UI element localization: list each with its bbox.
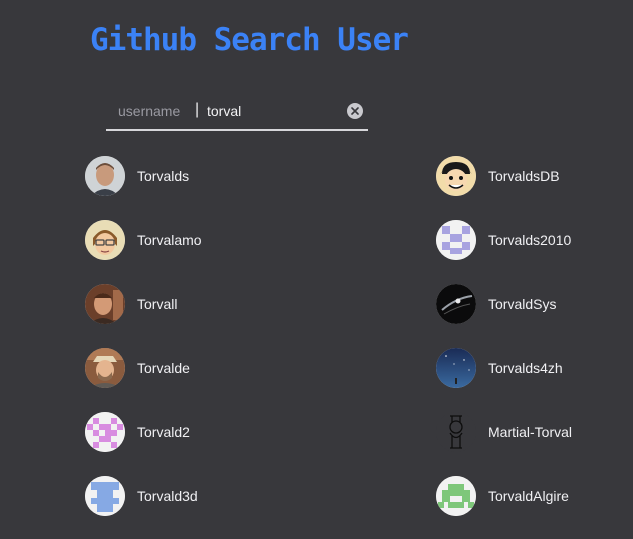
avatar — [85, 284, 125, 324]
user-item[interactable]: Torvald2 — [85, 412, 190, 452]
username-label: Torvald3d — [137, 488, 198, 504]
username-label: Martial-Torval — [488, 424, 573, 440]
username-label: Torvalds4zh — [488, 360, 563, 376]
avatar — [85, 156, 125, 196]
avatar — [85, 476, 125, 516]
user-item[interactable]: Torvalde — [85, 348, 190, 388]
avatar — [436, 476, 476, 516]
user-item[interactable]: Torvald3d — [85, 476, 198, 516]
user-item[interactable]: Torvalds — [85, 156, 189, 196]
username-label: Torvalamo — [137, 232, 202, 248]
avatar — [85, 348, 125, 388]
user-item[interactable]: Torvalds2010 — [436, 220, 571, 260]
avatar — [436, 412, 476, 452]
user-item[interactable]: TorvaldsDB — [436, 156, 560, 196]
username-label: Torvald2 — [137, 424, 190, 440]
avatar — [85, 412, 125, 452]
username-label: TorvaldSys — [488, 296, 557, 312]
username-label: TorvaldsDB — [488, 168, 560, 184]
username-label: Torvalde — [137, 360, 190, 376]
username-label: Torvalds — [137, 168, 190, 184]
avatar — [436, 284, 476, 324]
user-results-list: Torvalds Torvalamo Torvall Torvalde Torv… — [0, 0, 633, 539]
avatar — [436, 348, 476, 388]
user-item[interactable]: Martial-Torval — [436, 412, 572, 452]
username-label: Torvall — [137, 296, 178, 312]
user-item[interactable]: TorvaldSys — [436, 284, 556, 324]
username-label: Torvalds2010 — [488, 232, 572, 248]
username-label: TorvaldAlgire — [488, 488, 569, 504]
user-item[interactable]: Torvall — [85, 284, 177, 324]
user-item[interactable]: Torvalamo — [85, 220, 202, 260]
avatar — [436, 156, 476, 196]
user-item[interactable]: TorvaldAlgire — [436, 476, 569, 516]
avatar — [85, 220, 125, 260]
avatar — [436, 220, 476, 260]
user-item[interactable]: Torvalds4zh — [436, 348, 563, 388]
